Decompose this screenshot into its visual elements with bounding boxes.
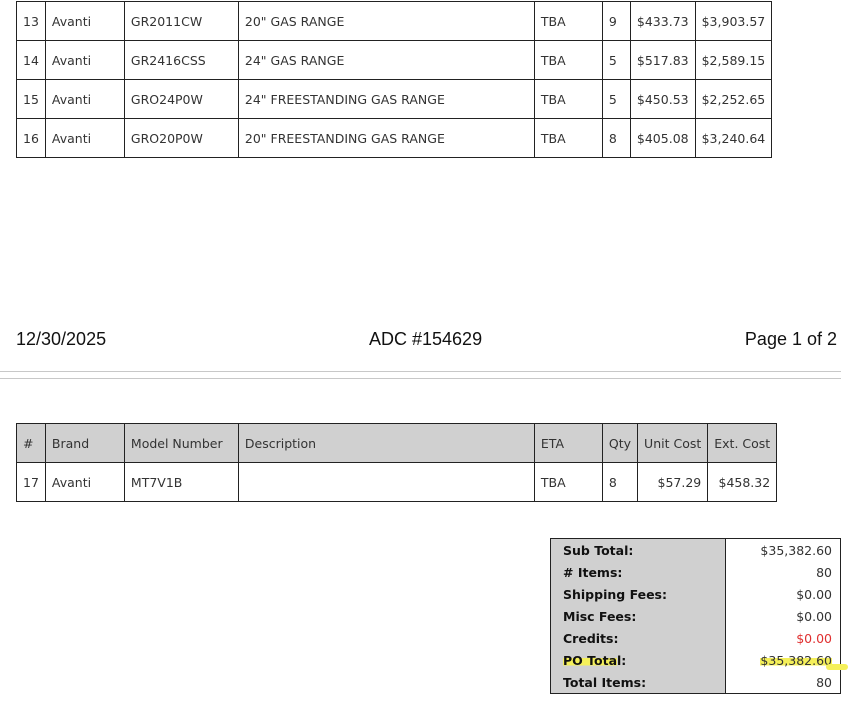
row-number: 15 bbox=[16, 79, 46, 119]
brand-cell: Avanti bbox=[44, 462, 125, 502]
ext-cost-cell: $2,589.15 bbox=[694, 40, 773, 80]
subtotal-value: $35,382.60 bbox=[725, 538, 841, 561]
summary-row-shipping: Shipping Fees: $0.00 bbox=[550, 583, 841, 605]
description-cell: 24" FREESTANDING GAS RANGE bbox=[237, 79, 535, 119]
unit-cost-cell: $57.29 bbox=[637, 462, 709, 502]
qty-cell: 5 bbox=[601, 40, 631, 80]
po-total-label: PO Total: bbox=[550, 649, 726, 671]
table-row: 16 Avanti GRO20P0W 20" FREESTANDING GAS … bbox=[16, 118, 773, 158]
eta-cell: TBA bbox=[533, 1, 603, 41]
line-items-table-top: 13 Avanti GR2011CW 20" GAS RANGE TBA 9 $… bbox=[16, 1, 773, 158]
ext-cost-cell: $2,252.65 bbox=[694, 79, 773, 119]
po-total-label-highlighted: PO Tota bbox=[563, 652, 618, 668]
credits-value: $0.00 bbox=[725, 627, 841, 649]
column-header-unit-cost: Unit Cost bbox=[637, 423, 709, 463]
summary-row-credits: Credits: $0.00 bbox=[550, 627, 841, 649]
table-row: 14 Avanti GR2416CSS 24" GAS RANGE TBA 5 … bbox=[16, 40, 773, 80]
summary-row-po-total: PO Total: $35,382.60 bbox=[550, 649, 841, 671]
column-header-eta: ETA bbox=[533, 423, 603, 463]
row-number: 13 bbox=[16, 1, 46, 41]
column-header-ext-cost: Ext. Cost bbox=[707, 423, 778, 463]
unit-cost-cell: $433.73 bbox=[629, 1, 696, 41]
brand-cell: Avanti bbox=[44, 118, 125, 158]
line-items-table-bottom: # Brand Model Number Description ETA Qty… bbox=[16, 423, 778, 502]
column-header-brand: Brand bbox=[44, 423, 125, 463]
column-header-model: Model Number bbox=[123, 423, 239, 463]
summary-row-total-items: Total Items: 80 bbox=[550, 671, 841, 694]
document-number: ADC #154629 bbox=[369, 329, 483, 349]
summary-row-subtotal: Sub Total: $35,382.60 bbox=[550, 538, 841, 561]
model-cell: GR2416CSS bbox=[123, 40, 239, 80]
credits-label: Credits: bbox=[550, 627, 726, 649]
unit-cost-cell: $405.08 bbox=[629, 118, 696, 158]
description-cell: 20" FREESTANDING GAS RANGE bbox=[237, 118, 535, 158]
shipping-fees-label: Shipping Fees: bbox=[550, 583, 726, 605]
table-header-row: # Brand Model Number Description ETA Qty… bbox=[16, 423, 778, 463]
eta-cell: TBA bbox=[533, 462, 603, 502]
items-value: 80 bbox=[725, 561, 841, 583]
column-header-description: Description bbox=[237, 423, 535, 463]
brand-cell: Avanti bbox=[44, 40, 125, 80]
row-number: 14 bbox=[16, 40, 46, 80]
po-total-value-highlighted: $35,382.60 bbox=[760, 652, 832, 668]
ext-cost-cell: $458.32 bbox=[707, 462, 778, 502]
print-date: 12/30/2025 bbox=[16, 329, 107, 349]
eta-cell: TBA bbox=[533, 79, 603, 119]
row-number: 17 bbox=[16, 462, 46, 502]
table-row: 15 Avanti GRO24P0W 24" FREESTANDING GAS … bbox=[16, 79, 773, 119]
model-cell: GRO20P0W bbox=[123, 118, 239, 158]
items-label: # Items: bbox=[550, 561, 726, 583]
brand-cell: Avanti bbox=[44, 79, 125, 119]
po-total-label-rest: l: bbox=[617, 652, 627, 668]
table-row: 17 Avanti MT7V1B TBA 8 $57.29 $458.32 bbox=[16, 462, 778, 502]
ext-cost-cell: $3,903.57 bbox=[694, 1, 773, 41]
ext-cost-cell: $3,240.64 bbox=[694, 118, 773, 158]
brand-cell: Avanti bbox=[44, 1, 125, 41]
description-cell bbox=[237, 462, 535, 502]
qty-cell: 8 bbox=[601, 118, 631, 158]
model-cell: GR2011CW bbox=[123, 1, 239, 41]
page-indicator: Page 1 of 2 bbox=[744, 329, 837, 349]
total-items-label: Total Items: bbox=[550, 671, 726, 694]
po-total-value: $35,382.60 bbox=[725, 649, 841, 671]
total-items-value: 80 bbox=[725, 671, 841, 694]
summary-row-misc: Misc Fees: $0.00 bbox=[550, 605, 841, 627]
subtotal-label: Sub Total: bbox=[550, 538, 726, 561]
model-cell: GRO24P0W bbox=[123, 79, 239, 119]
divider bbox=[0, 371, 841, 372]
divider bbox=[0, 378, 841, 379]
description-cell: 24" GAS RANGE bbox=[237, 40, 535, 80]
summary-row-items: # Items: 80 bbox=[550, 561, 841, 583]
shipping-fees-value: $0.00 bbox=[725, 583, 841, 605]
order-summary: Sub Total: $35,382.60 # Items: 80 Shippi… bbox=[550, 538, 841, 694]
unit-cost-cell: $450.53 bbox=[629, 79, 696, 119]
misc-fees-value: $0.00 bbox=[725, 605, 841, 627]
column-header-qty: Qty bbox=[601, 423, 639, 463]
eta-cell: TBA bbox=[533, 118, 603, 158]
column-header-number: # bbox=[16, 423, 46, 463]
highlighter-mark bbox=[826, 664, 848, 670]
unit-cost-cell: $517.83 bbox=[629, 40, 696, 80]
table-row: 13 Avanti GR2011CW 20" GAS RANGE TBA 9 $… bbox=[16, 1, 773, 41]
misc-fees-label: Misc Fees: bbox=[550, 605, 726, 627]
model-cell: MT7V1B bbox=[123, 462, 239, 502]
qty-cell: 5 bbox=[601, 79, 631, 119]
description-cell: 20" GAS RANGE bbox=[237, 1, 535, 41]
qty-cell: 9 bbox=[601, 1, 631, 41]
qty-cell: 8 bbox=[601, 462, 639, 502]
eta-cell: TBA bbox=[533, 40, 603, 80]
row-number: 16 bbox=[16, 118, 46, 158]
